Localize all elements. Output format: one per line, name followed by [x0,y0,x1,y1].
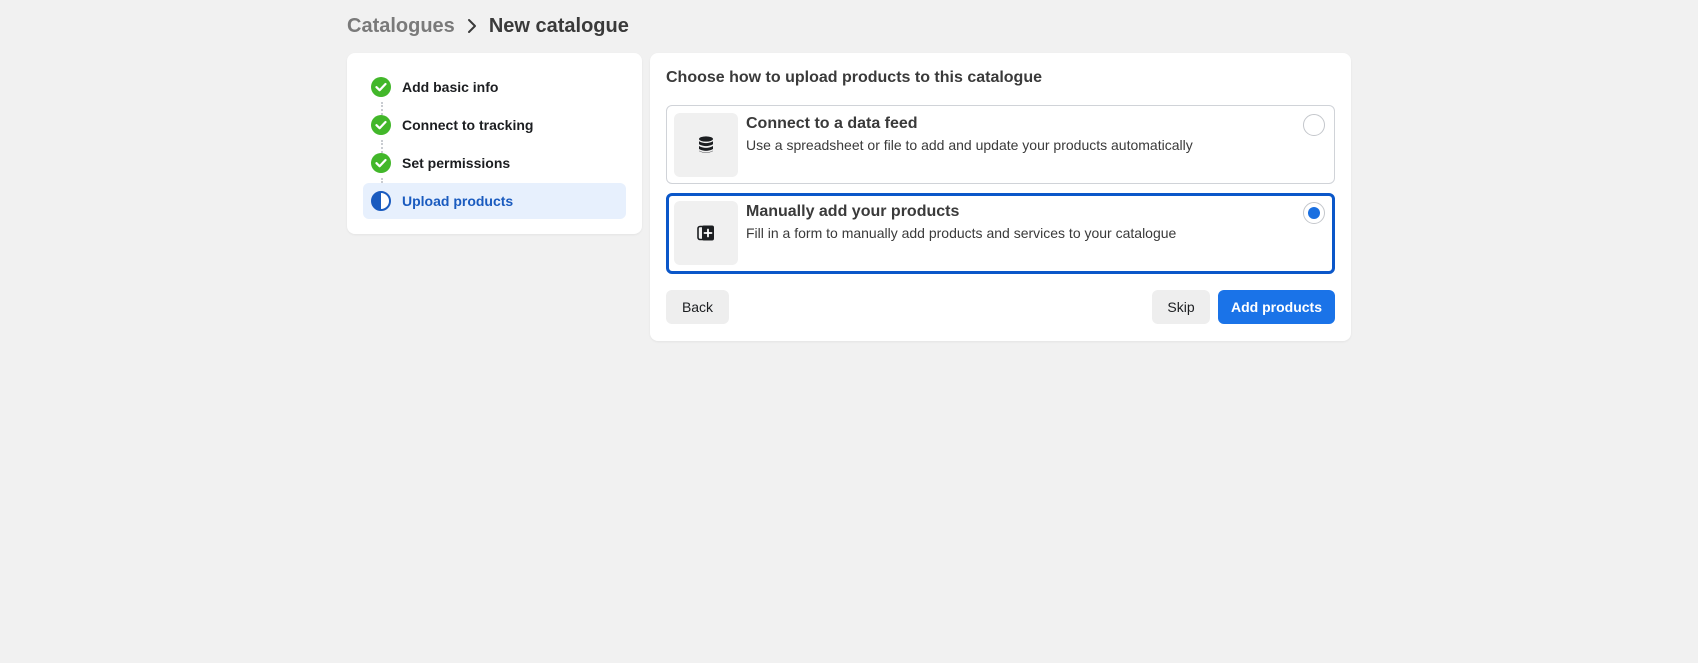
back-button[interactable]: Back [666,290,729,324]
breadcrumb-catalogues-link[interactable]: Catalogues [347,15,455,38]
option-description: Fill in a form to manually add products … [746,225,1177,241]
step-set-permissions[interactable]: Set permissions [363,145,626,181]
step-label: Set permissions [402,155,511,171]
option-data-feed[interactable]: Connect to a data feed Use a spreadsheet… [666,105,1335,184]
database-icon [674,113,738,177]
option-title: Manually add your products [746,203,960,220]
option-description: Use a spreadsheet or file to add and upd… [746,137,1193,153]
step-upload-products[interactable]: Upload products [363,183,626,219]
upload-method-card: Choose how to upload products to this ca… [650,53,1351,341]
check-circle-icon [371,153,391,173]
step-label: Connect to tracking [402,117,534,133]
check-circle-icon [371,77,391,97]
breadcrumb: Catalogues New catalogue [347,12,629,40]
step-add-basic-info[interactable]: Add basic info [363,69,626,105]
radio-data-feed[interactable] [1303,114,1325,136]
radio-selected-dot [1308,207,1320,219]
check-circle-icon [371,115,391,135]
step-label: Add basic info [402,79,499,95]
progress-stepper: Add basic info Connect to tracking Set p… [347,53,642,234]
radio-manual-add[interactable] [1303,202,1325,224]
skip-button[interactable]: Skip [1152,290,1210,324]
section-title: Choose how to upload products to this ca… [666,69,1042,86]
option-manual-add[interactable]: Manually add your products Fill in a for… [666,193,1335,274]
add-products-button[interactable]: Add products [1218,290,1335,324]
step-label: Upload products [402,193,514,209]
half-circle-progress-icon [371,191,391,211]
add-product-icon [674,201,738,265]
page-title: New catalogue [488,14,629,37]
chevron-right-icon [467,18,477,34]
option-title: Connect to a data feed [746,115,918,132]
step-connect-to-tracking[interactable]: Connect to tracking [363,107,626,143]
